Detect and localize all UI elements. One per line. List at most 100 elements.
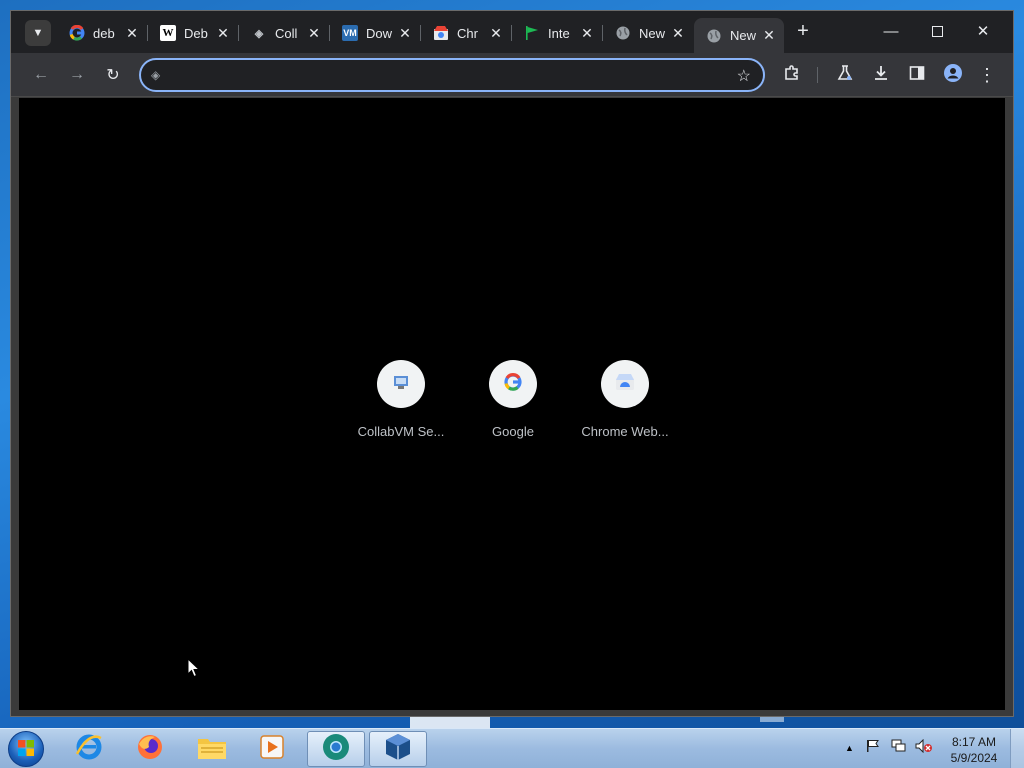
- extensions-button[interactable]: [780, 63, 804, 87]
- shortcut-tile[interactable]: Chrome Web...: [570, 360, 680, 439]
- media-player-icon: [258, 733, 286, 766]
- collabvm-icon: ◈: [151, 68, 161, 82]
- maximize-button[interactable]: [917, 17, 957, 45]
- google-icon: [69, 25, 85, 41]
- windows-logo-icon: [17, 739, 35, 760]
- chevron-down-icon: ▼: [32, 27, 44, 39]
- tab[interactable]: deb ✕: [57, 18, 147, 48]
- taskbar-internet-explorer[interactable]: [60, 731, 118, 767]
- forward-button[interactable]: →: [65, 63, 89, 87]
- start-button[interactable]: [8, 731, 44, 767]
- shortcut-icon-circle: [489, 360, 537, 408]
- collabvm-icon: [391, 372, 411, 397]
- desktop-streak: [410, 716, 490, 728]
- back-button[interactable]: ←: [29, 63, 53, 87]
- address-bar[interactable]: ◈ ☆: [139, 58, 765, 92]
- shortcut-tile[interactable]: Google: [458, 360, 568, 439]
- menu-button[interactable]: ⋮: [975, 63, 999, 87]
- close-icon[interactable]: ✕: [669, 25, 687, 42]
- close-window-button[interactable]: ✕: [963, 17, 1003, 45]
- close-icon[interactable]: ✕: [578, 25, 596, 42]
- plus-icon: +: [797, 19, 809, 42]
- flask-icon: [836, 64, 854, 87]
- virtualbox-icon: [383, 732, 413, 767]
- puzzle-icon: [783, 64, 801, 87]
- chrome-web-store-icon: [614, 371, 636, 398]
- network-icon[interactable]: [891, 739, 907, 756]
- tab-title: Chr: [457, 25, 478, 41]
- firefox-icon: [135, 732, 165, 767]
- shortcut-icon-circle: [377, 360, 425, 408]
- avatar-icon: [943, 63, 963, 88]
- close-icon[interactable]: ✕: [214, 25, 232, 42]
- download-icon: [872, 64, 890, 87]
- tab[interactable]: W Deb ✕: [148, 18, 238, 48]
- system-clock[interactable]: 8:17 AM 5/9/2024: [946, 734, 1002, 766]
- side-panel-button[interactable]: [905, 63, 929, 87]
- taskbar: ▲ 8:17 AM 5/9/2024: [0, 728, 1024, 768]
- tab-title: Inte: [548, 25, 570, 41]
- star-icon[interactable]: ☆: [737, 66, 751, 86]
- shortcut-tile[interactable]: CollabVM Se...: [346, 360, 456, 439]
- taskbar-file-explorer[interactable]: [183, 731, 241, 767]
- address-input[interactable]: [171, 65, 721, 85]
- collabvm-icon: ◈: [254, 27, 264, 40]
- close-icon[interactable]: ✕: [396, 25, 414, 42]
- new-tab-button[interactable]: +: [792, 20, 814, 42]
- tab-search-button[interactable]: ▼: [25, 20, 51, 46]
- reload-button[interactable]: ↻: [101, 63, 125, 87]
- tab[interactable]: VM Dow ✕: [330, 18, 420, 48]
- close-icon[interactable]: ✕: [305, 25, 323, 42]
- tab-active[interactable]: New ✕: [694, 18, 784, 53]
- back-arrow-icon: ←: [33, 66, 49, 83]
- clock-date: 5/9/2024: [950, 751, 998, 765]
- tab-strip: ▼ deb ✕ W Deb ✕ ◈ Coll ✕ VM Dow ✕ Chr ✕ …: [11, 11, 1013, 53]
- green-flag-icon: [524, 25, 540, 41]
- tab-title: New: [730, 28, 757, 43]
- downloads-button[interactable]: [869, 63, 893, 87]
- tab-title: deb: [93, 25, 115, 41]
- close-icon: ✕: [976, 23, 990, 40]
- shortcut-icon-circle: [601, 360, 649, 408]
- taskbar-chromium[interactable]: [307, 731, 365, 767]
- taskbar-firefox[interactable]: [121, 731, 179, 767]
- tray-expand-icon[interactable]: ▲: [845, 743, 854, 753]
- tab[interactable]: Chr ✕: [421, 18, 511, 48]
- browser-window: ▼ deb ✕ W Deb ✕ ◈ Coll ✕ VM Dow ✕ Chr ✕ …: [10, 10, 1014, 717]
- profile-button[interactable]: [941, 63, 965, 87]
- maximize-icon: [931, 25, 943, 37]
- clock-time: 8:17 AM: [951, 735, 997, 749]
- taskbar-media-player[interactable]: [243, 731, 301, 767]
- globe-icon: [615, 25, 631, 41]
- internet-explorer-icon: [74, 732, 104, 767]
- shortcut-label: Chrome Web...: [581, 424, 669, 439]
- close-icon[interactable]: ✕: [123, 25, 141, 42]
- google-icon: [503, 372, 523, 397]
- minimize-button[interactable]: —: [871, 17, 911, 45]
- toolbar: ← → ↻ ◈ ☆ ⋮: [11, 53, 1013, 97]
- tab-title: Deb: [184, 25, 208, 41]
- new-tab-page: CollabVM Se... Google Chrome Web...: [19, 98, 1005, 710]
- forward-arrow-icon: →: [69, 66, 85, 83]
- kebab-menu-icon: ⋮: [978, 65, 996, 85]
- toolbar-divider: [817, 67, 818, 83]
- reload-icon: ↻: [106, 67, 120, 84]
- shortcut-label: Google: [492, 424, 534, 439]
- tab-title: Coll: [275, 25, 298, 41]
- volume-muted-icon[interactable]: [915, 738, 933, 756]
- mouse-cursor-icon: [187, 657, 201, 683]
- close-icon[interactable]: ✕: [487, 25, 505, 42]
- action-center-flag-icon[interactable]: [866, 739, 880, 756]
- tab[interactable]: ◈ Coll ✕: [239, 18, 329, 48]
- wikipedia-icon: W: [160, 25, 176, 41]
- tab-title: Dow: [366, 25, 393, 41]
- folder-icon: [196, 733, 228, 766]
- close-icon[interactable]: ✕: [760, 27, 778, 44]
- show-desktop-button[interactable]: [1010, 729, 1024, 768]
- tab[interactable]: Inte ✕: [512, 18, 602, 48]
- taskbar-virtualbox[interactable]: [369, 731, 427, 767]
- labs-button[interactable]: [833, 63, 857, 87]
- minimize-icon: —: [883, 22, 899, 40]
- tab[interactable]: New ✕: [603, 18, 693, 48]
- globe-icon: [706, 28, 722, 44]
